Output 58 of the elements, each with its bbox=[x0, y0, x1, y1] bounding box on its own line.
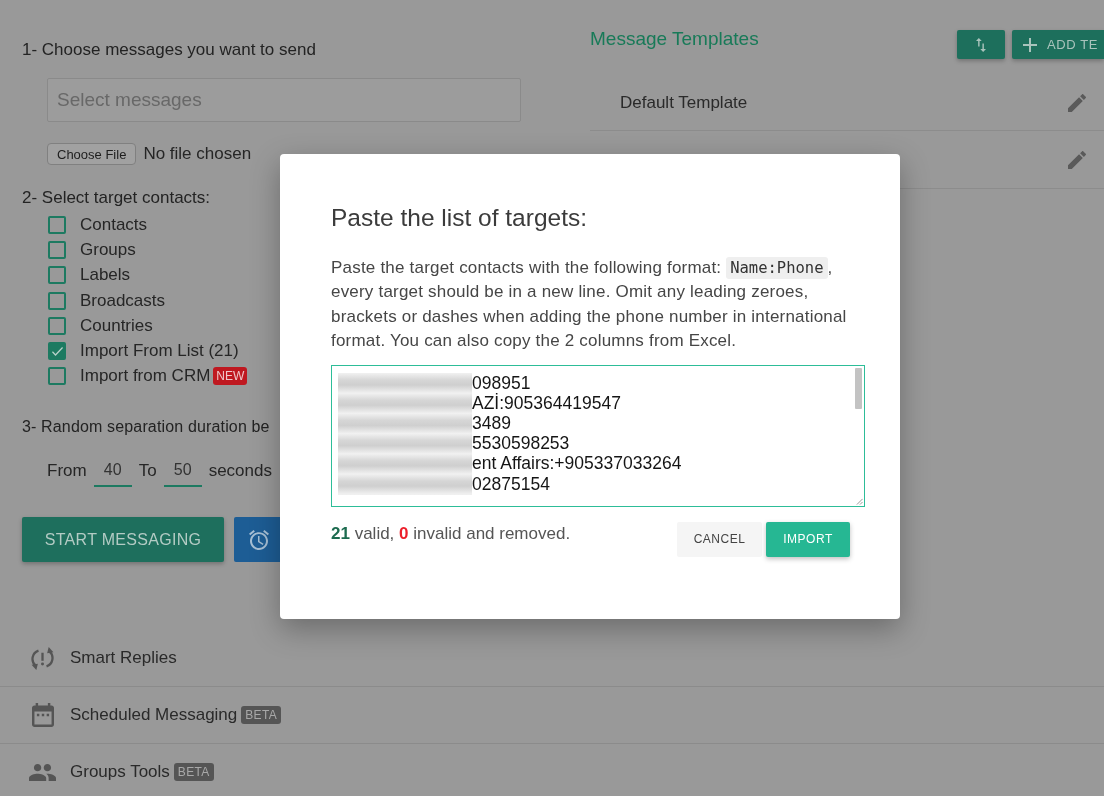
checkbox[interactable] bbox=[48, 291, 66, 310]
option-label: Contacts bbox=[80, 214, 148, 235]
to-label: To bbox=[138, 461, 157, 482]
text-line: AZİ:905364419547 bbox=[472, 392, 622, 414]
circular-arrows-icon bbox=[31, 646, 54, 670]
checkbox[interactable] bbox=[48, 266, 66, 285]
feature-label[interactable]: Smart Replies bbox=[70, 648, 177, 669]
text-line: 02875154 bbox=[472, 473, 551, 494]
alarm-clock-icon bbox=[249, 529, 269, 550]
checkbox[interactable] bbox=[48, 342, 66, 361]
section-heading: 2- Select target contacts: bbox=[22, 188, 211, 208]
text-line: 3489 bbox=[472, 413, 512, 434]
section-heading: 1- Choose messages you want to send bbox=[22, 40, 316, 60]
section-heading: 3- Random separation duration be bbox=[22, 417, 270, 438]
unit-label: seconds bbox=[208, 461, 272, 482]
choose-file-button[interactable]: Choose File bbox=[47, 143, 137, 165]
pencil-icon[interactable] bbox=[1068, 94, 1086, 112]
new-badge: NEW bbox=[213, 367, 248, 386]
sort-button[interactable] bbox=[956, 30, 1005, 59]
add-template-button[interactable]: ADD TE bbox=[1011, 30, 1104, 59]
check-icon bbox=[51, 346, 63, 356]
option-label: Labels bbox=[80, 265, 131, 286]
scrollbar[interactable] bbox=[855, 367, 862, 409]
schedule-button[interactable] bbox=[234, 517, 280, 563]
option-label: Import from CRM bbox=[80, 366, 211, 387]
checkbox[interactable] bbox=[48, 367, 66, 386]
text-line: 098951 bbox=[472, 372, 532, 393]
start-messaging-button[interactable]: START MESSAGING bbox=[22, 517, 224, 563]
up-down-arrows-icon bbox=[975, 37, 986, 52]
text-line: ent Affairs:+905337033264 bbox=[472, 453, 682, 474]
option-label: Countries bbox=[80, 315, 153, 336]
from-label: From bbox=[47, 461, 87, 482]
beta-badge: BETA bbox=[173, 763, 214, 782]
checkbox[interactable] bbox=[48, 215, 66, 234]
template-name[interactable]: Default Template bbox=[620, 93, 748, 113]
resize-handle-icon[interactable] bbox=[856, 497, 863, 505]
beta-badge: BETA bbox=[241, 706, 281, 725]
to-seconds-input[interactable]: 50 bbox=[163, 455, 202, 488]
plus-icon bbox=[1022, 37, 1037, 52]
people-icon bbox=[29, 763, 56, 781]
dialog-title: Paste the list of targets: bbox=[331, 204, 588, 232]
targets-textarea[interactable]: 098951 AZİ:905364419547 3489 5530598253 ent Affairs:+905337033264 02875154 bbox=[331, 364, 865, 507]
calendar-icon bbox=[31, 703, 54, 728]
cancel-button[interactable]: CANCEL bbox=[677, 521, 762, 557]
feature-label[interactable]: Groups Tools bbox=[70, 762, 170, 783]
checkbox[interactable] bbox=[48, 240, 66, 259]
templates-title: Message Templates bbox=[590, 29, 759, 49]
from-seconds-input[interactable]: 40 bbox=[93, 455, 132, 488]
validation-summary: 21 valid, 0 invalid and removed. bbox=[331, 522, 571, 545]
instructions-text: Paste the target contacts with the following format: Name:Phone , every target should be in a new line. Omit any leading zeroes, brackets or dashes when adding the phone number in international format. You can also copy the 2 columns from Excel. bbox=[331, 256, 848, 353]
text-line: 5530598253 bbox=[472, 433, 571, 454]
checkbox[interactable] bbox=[48, 316, 66, 335]
option-label: Import From List (21) bbox=[80, 341, 239, 362]
option-label: Groups bbox=[80, 239, 136, 260]
file-status-text: No file chosen bbox=[143, 144, 252, 164]
feature-label[interactable]: Scheduled Messaging bbox=[70, 705, 238, 726]
pencil-icon[interactable] bbox=[1068, 150, 1086, 169]
option-label: Broadcasts bbox=[80, 290, 166, 311]
